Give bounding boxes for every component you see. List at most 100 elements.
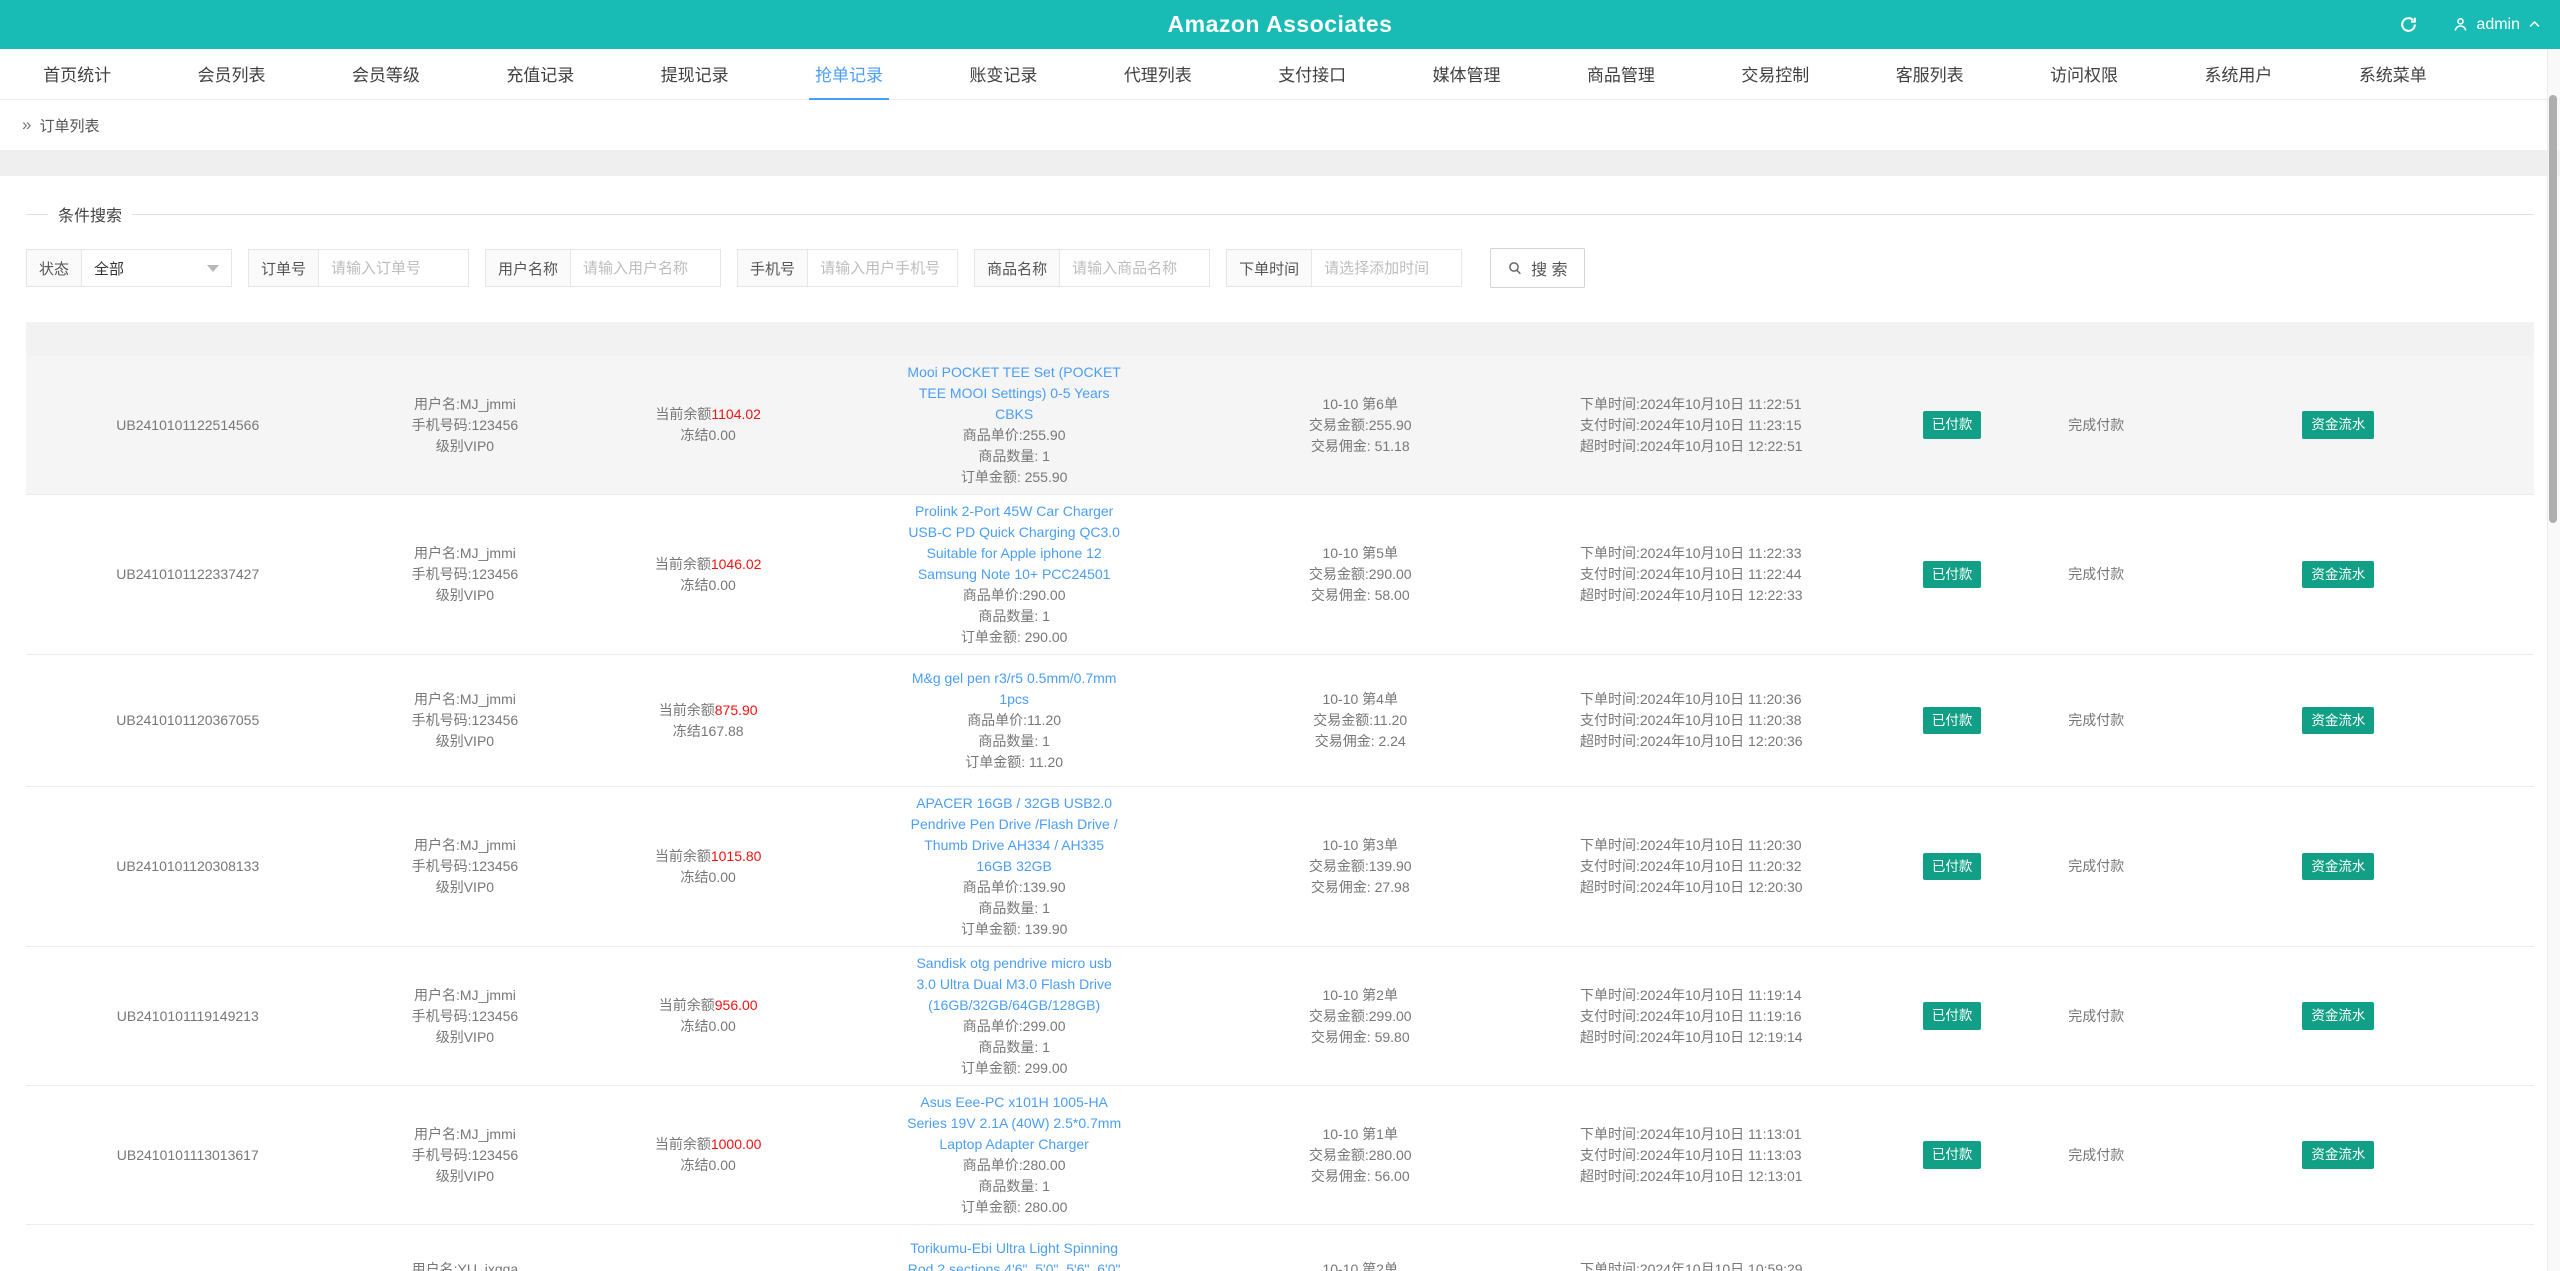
time-block: 下单时间:2024年10月10日 11:22:51 支付时间:2024年10月1…: [1580, 394, 1803, 457]
search-input[interactable]: [808, 249, 959, 287]
nav-tab-label: 充值记录: [506, 66, 575, 85]
search-field: 商品名称: [974, 249, 1211, 287]
order-amount: 订单金额: 11.20: [965, 754, 1064, 770]
product-unit-price: 商品单价:290.00: [962, 587, 1066, 603]
product-link[interactable]: Mooi POCKET TEE Set (POCKET TEE MOOI Set…: [907, 362, 1122, 425]
nav-tab[interactable]: 系统菜单: [2316, 49, 2470, 99]
product-link[interactable]: Sandisk otg pendrive micro usb 3.0 Ultra…: [907, 953, 1122, 1016]
order-status: 完成付款: [2068, 1007, 2125, 1024]
nav-tab-label: 会员列表: [197, 66, 266, 85]
balance-label: 当前余额: [654, 847, 711, 864]
trade-amount: 交易金额:290.00: [1308, 566, 1412, 582]
table-row: UB2410101120308133 用户名:MJ_jmmi 手机号码:1234…: [26, 786, 2534, 947]
fund-flow-button[interactable]: 资金流水: [2302, 1002, 2375, 1030]
table-header-row: [26, 322, 2534, 356]
product-link[interactable]: Torikumu-Ebi Ultra Light Spinning Rod 2 …: [907, 1238, 1122, 1271]
fund-flow-button[interactable]: 资金流水: [2302, 411, 2375, 439]
order-status: 完成付款: [2068, 416, 2125, 433]
scrollbar-thumb[interactable]: [2549, 95, 2557, 523]
nav-tab[interactable]: 会员等级: [309, 49, 463, 99]
order-status: 完成付款: [2068, 566, 2125, 582]
nav-tab[interactable]: 会员列表: [154, 49, 308, 99]
order-number: UB2410101119149213: [116, 1007, 259, 1024]
nav-tab-label: 商品管理: [1586, 66, 1655, 85]
user-level: 级别VIP0: [435, 1167, 495, 1184]
user-name: 用户名:MJ_jmmi: [413, 691, 516, 707]
search-icon: [1507, 260, 1523, 276]
order-number: UB2410101122337427: [116, 566, 260, 582]
timeout-time: 超时时间:2024年10月10日 12:19:14: [1579, 1028, 1803, 1045]
order-number: UB2410101113013617: [116, 1146, 259, 1163]
search-field: 下单时间: [1226, 249, 1463, 287]
nav-tab[interactable]: 提现记录: [618, 49, 772, 99]
nav-tab[interactable]: 代理列表: [1081, 49, 1235, 99]
trade-commission: 交易佣金: 27.98: [1310, 879, 1410, 895]
column-header: [836, 322, 1193, 356]
fund-flow-button[interactable]: 资金流水: [2302, 1141, 2375, 1169]
nav-tab[interactable]: 充值记录: [463, 49, 617, 99]
time-block: 下单时间:2024年10月10日 11:20:36 支付时间:2024年10月1…: [1580, 689, 1803, 752]
trade-amount: 交易金额:139.90: [1308, 858, 1412, 874]
trade-amount: 交易金额:255.90: [1308, 416, 1412, 433]
search-field-label: 用户名称: [485, 249, 572, 287]
nav-tab[interactable]: 首页统计: [0, 49, 154, 99]
search-input[interactable]: [571, 249, 722, 287]
user-phone: 手机号码:123456: [411, 858, 519, 874]
user-name: 用户名:MJ_jmmi: [413, 837, 516, 853]
search-input[interactable]: [1060, 249, 1211, 287]
balance-amount: 1000.00: [710, 1136, 762, 1152]
order-status: 完成付款: [2068, 712, 2125, 728]
main-nav: 首页统计 会员列表 会员等级 充值记录 提现记录 抢单记录 账变记录 代理列表 …: [0, 49, 2560, 100]
nav-tab[interactable]: 媒体管理: [1389, 49, 1543, 99]
timeout-time: 超时时间:2024年10月10日 12:13:01: [1579, 1167, 1803, 1184]
search-button[interactable]: 搜 索: [1490, 248, 1585, 288]
nav-tab-label: 账变记录: [969, 66, 1038, 85]
fund-flow-button[interactable]: 资金流水: [2302, 706, 2375, 735]
search-input[interactable]: [319, 249, 470, 287]
frozen-amount: 冻结0.00: [680, 1018, 736, 1034]
user-menu[interactable]: admin: [2452, 16, 2542, 34]
trade-commission: 交易佣金: 2.24: [1314, 733, 1406, 749]
product-link[interactable]: Prolink 2-Port 45W Car Charger USB-C PD …: [907, 501, 1122, 585]
fund-flow-button[interactable]: 资金流水: [2302, 560, 2375, 589]
paid-badge: 已付款: [1922, 706, 1982, 735]
refresh-icon[interactable]: [2399, 15, 2418, 34]
user-level: 级别VIP0: [435, 879, 495, 895]
nav-tab[interactable]: 商品管理: [1544, 49, 1698, 99]
nav-tab-label: 客服列表: [1895, 66, 1964, 85]
nav-tab-label: 首页统计: [43, 66, 112, 85]
search-field: 订单号: [248, 249, 470, 287]
nav-tab[interactable]: 访问权限: [2007, 49, 2161, 99]
order-number: UB2410101120308133: [116, 858, 260, 874]
nav-tab[interactable]: 客服列表: [1853, 49, 2007, 99]
user-phone: 手机号码:123456: [411, 566, 519, 582]
nav-tab[interactable]: 抢单记录: [772, 49, 926, 100]
product-quantity: 商品数量: 1: [978, 1178, 1050, 1194]
table-row: UB2410101119149213 用户名:MJ_jmmi 手机号码:1234…: [26, 946, 2534, 1086]
nav-tab[interactable]: 支付接口: [1235, 49, 1389, 99]
search-input[interactable]: [1312, 249, 1463, 287]
nav-tab[interactable]: 系统用户: [2161, 49, 2315, 99]
status-select[interactable]: 全部: [82, 249, 233, 287]
user-name: 用户名:MJ_jmmi: [413, 545, 516, 561]
breadcrumb: » 订单列表: [0, 100, 2560, 150]
nav-tab[interactable]: 账变记录: [926, 49, 1080, 99]
product-link[interactable]: M&g gel pen r3/r5 0.5mm/0.7mm 1pcs: [907, 668, 1122, 710]
order-amount: 订单金额: 290.00: [960, 629, 1068, 645]
product-link[interactable]: Asus Eee-PC x101H 1005-HA Series 19V 2.1…: [907, 1092, 1122, 1155]
product-quantity: 商品数量: 1: [978, 448, 1050, 464]
fund-flow-button[interactable]: 资金流水: [2302, 852, 2375, 881]
search-panel: 条件搜索: [26, 202, 2534, 226]
pay-time: 支付时间:2024年10月10日 11:20:32: [1579, 858, 1802, 874]
user-phone: 手机号码:123456: [411, 1146, 519, 1163]
user-phone: 手机号码:123456: [411, 1007, 519, 1024]
product-link[interactable]: APACER 16GB / 32GB USB2.0 Pendrive Pen D…: [907, 793, 1122, 877]
nav-tab-label: 系统用户: [2204, 66, 2273, 85]
balance-line: 当前余额1104.02: [588, 404, 828, 425]
status-selected-value: 全部: [94, 260, 125, 278]
order-time: 下单时间:2024年10月10日 10:59:29: [1579, 1261, 1803, 1271]
timeout-time: 超时时间:2024年10月10日 12:20:36: [1579, 733, 1803, 749]
grab-round: 10-10 第5单: [1322, 545, 1398, 561]
nav-tab[interactable]: 交易控制: [1698, 49, 1852, 99]
search-field: 用户名称: [485, 249, 722, 287]
